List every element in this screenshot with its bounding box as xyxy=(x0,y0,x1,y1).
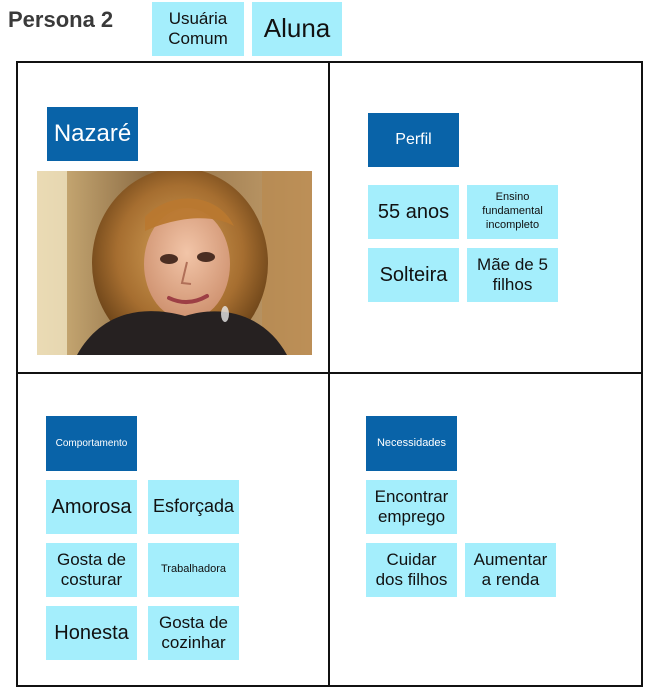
behavior-worker: Trabalhadora xyxy=(148,543,239,597)
profile-children: Mãe de 5 filhos xyxy=(467,248,558,302)
grid-vertical-divider xyxy=(328,61,330,687)
profile-marital-status: Solteira xyxy=(368,248,459,302)
behavior-honest: Honesta xyxy=(46,606,137,660)
persona-photo xyxy=(37,171,312,355)
persona-name-tag: Nazaré xyxy=(47,107,138,161)
behavior-heading: Comportamento xyxy=(46,416,137,471)
behavior-likes-cooking: Gosta de cozinhar xyxy=(148,606,239,660)
user-type-note: Usuária Comum xyxy=(152,2,244,56)
behavior-likes-sewing: Gosta de costurar xyxy=(46,543,137,597)
need-care-for-children: Cuidar dos filhos xyxy=(366,543,457,597)
profile-age: 55 anos xyxy=(368,185,459,239)
profile-heading: Perfil xyxy=(368,113,459,167)
grid-horizontal-divider xyxy=(16,372,643,374)
need-increase-income: Aumentar a renda xyxy=(465,543,556,597)
need-find-job: Encontrar emprego xyxy=(366,480,457,534)
behavior-loving: Amorosa xyxy=(46,480,137,534)
needs-heading: Necessidades xyxy=(366,416,457,471)
persona-photo-image xyxy=(37,171,312,355)
student-note: Aluna xyxy=(252,2,342,56)
behavior-hardworking: Esforçada xyxy=(148,480,239,534)
profile-education: Ensino fundamental incompleto xyxy=(467,185,558,239)
page-title: Persona 2 xyxy=(8,7,114,32)
